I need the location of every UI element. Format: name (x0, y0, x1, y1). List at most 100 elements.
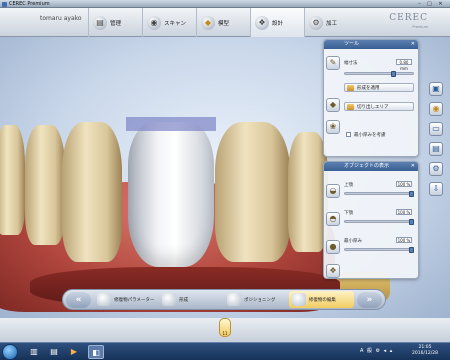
upper-jaw-icon[interactable]: ◒ (326, 184, 340, 198)
phase-scan[interactable]: ◉ スキャン (142, 8, 196, 37)
min-thickness-checkbox[interactable] (346, 132, 351, 137)
taskbar: ▥ ▤ ▶ ◧ A 般 ⚙ ◂ ▴ 21:05 2016/12/28 (0, 342, 450, 360)
folder-icon[interactable]: ▤ (46, 345, 62, 359)
edit-restoration-icon (291, 293, 306, 306)
crop-area-button[interactable]: 切り出しエリア (344, 102, 414, 111)
media-player-icon[interactable]: ▶ (66, 345, 82, 359)
tooth (25, 125, 65, 245)
lower-jaw-value[interactable]: 100 % (396, 209, 412, 215)
phase-label: 加工 (326, 20, 338, 27)
phase-label: 設計 (272, 20, 284, 27)
scan-icon: ◉ (147, 15, 161, 30)
step-restoration-params[interactable]: 修復物パラメーター (94, 291, 159, 308)
monitor-icon[interactable]: ▭ (429, 122, 443, 136)
explorer-icon[interactable]: ▥ (26, 345, 42, 359)
mill-icon: ⚙ (309, 15, 323, 30)
thickness-label: 最小厚み (344, 239, 362, 244)
maximize-button[interactable]: □ (425, 1, 434, 7)
phase-design[interactable]: ❖ 設計 (250, 8, 304, 37)
apply-shape-label: 形成を適用 (357, 86, 380, 91)
phase-admin[interactable]: ▤ 管理 (88, 8, 142, 37)
analysis-icon[interactable]: ◉ (429, 102, 443, 116)
size-value[interactable]: 0.80 mm (396, 59, 412, 71)
step-label: 修復物の編集 (308, 297, 336, 303)
window-title: CEREC Premium (9, 1, 50, 7)
upper-jaw-value[interactable]: 100 % (396, 181, 412, 187)
shape-tool-icon[interactable]: ◆ (326, 98, 340, 112)
lower-jaw-icon[interactable]: ◓ (326, 212, 340, 226)
export-icon[interactable]: ⇩ (429, 182, 443, 196)
minimize-button[interactable]: – (415, 1, 424, 7)
step-preparation[interactable]: 形成 (159, 291, 224, 308)
selected-tooth-number: 11 (222, 331, 228, 336)
phase-mill[interactable]: ⚙ 加工 (304, 8, 358, 37)
tooth (215, 122, 290, 262)
upper-jaw-label: 上顎 (344, 183, 353, 188)
step-edit-restoration[interactable]: 修復物の編集 (288, 291, 354, 308)
thickness-value[interactable]: 100 % (396, 237, 412, 243)
shape-icon (347, 85, 354, 91)
objects-box: オブジェクトの表示 ✕ ◒ ◓ ● ❖ 上顎 100 % 下顎 100 % 最小… (323, 161, 419, 279)
phase-label: 模型 (218, 20, 230, 27)
close-button[interactable]: ✕ (436, 1, 445, 7)
step-positioning[interactable]: ポジショニング (224, 291, 289, 308)
clock-date: 2016/12/28 (412, 351, 438, 356)
draw-tool-icon[interactable]: ✎ (326, 56, 340, 70)
phase-label: 管理 (110, 20, 122, 27)
tools-title-label: ツール (344, 41, 360, 47)
tools-close-icon[interactable]: ✕ (411, 40, 415, 49)
apply-shape-button[interactable]: 形成を適用 (344, 83, 414, 92)
min-thickness-label: 最小厚みを考慮 (354, 133, 386, 138)
folder-icon: ▤ (93, 15, 107, 30)
clock[interactable]: 21:05 2016/12/28 (412, 345, 438, 357)
system-tray[interactable]: A 般 ⚙ ◂ ▴ (360, 347, 393, 354)
upper-jaw-slider[interactable] (344, 191, 414, 197)
crop-area-label: 切り出しエリア (357, 105, 389, 110)
phase-model[interactable]: ◆ 模型 (196, 8, 250, 37)
view-toolbar: ▣ ◉ ▭ ▤ ⚙ ⇩ (427, 82, 445, 232)
tool-panel: ツール ✕ ✎ ◆ ❀ 幅寸法 0.80 mm 形成を適用 切り出しエリア 最小… (323, 37, 419, 281)
phase-label: スキャン (164, 20, 187, 27)
tools-title: ツール ✕ (324, 40, 418, 49)
settings-icon[interactable]: ⚙ (429, 162, 443, 176)
design-icon: ❖ (255, 15, 269, 30)
lower-jaw-slider-knob[interactable] (409, 219, 414, 225)
upper-jaw-slider-knob[interactable] (409, 191, 414, 197)
thickness-slider-knob[interactable] (409, 247, 414, 253)
thickness-icon[interactable]: ● (326, 240, 340, 254)
start-button[interactable] (2, 344, 18, 360)
cerec-logo-sub: Premium (412, 25, 428, 29)
positioning-icon (227, 293, 241, 306)
objects-title: オブジェクトの表示 ✕ (324, 162, 418, 171)
tooth (0, 125, 25, 235)
cerec-taskbar-icon[interactable]: ◧ (88, 345, 104, 359)
objects-close-icon[interactable]: ✕ (411, 162, 415, 171)
lower-jaw-slider[interactable] (344, 219, 414, 225)
thickness-slider[interactable] (344, 247, 414, 253)
size-slider-knob[interactable] (391, 71, 397, 77)
step-bar: « 修復物パラメーター 形成 ポジショニング 修復物の編集 » (62, 289, 386, 310)
tooth-strip: 11 (0, 318, 450, 342)
prev-step-button[interactable]: « (66, 291, 92, 308)
objects-title-label: オブジェクトの表示 (344, 163, 390, 169)
crown-margin (126, 117, 216, 131)
crop-icon (347, 104, 354, 110)
smooth-tool-icon[interactable]: ❀ (326, 120, 340, 134)
restoration-icon[interactable]: ❖ (326, 264, 340, 278)
size-label: 幅寸法 (344, 61, 358, 66)
preparation-icon (162, 293, 177, 306)
size-slider[interactable] (344, 71, 414, 77)
step-label: ポジショニング (244, 297, 276, 303)
step-label: 修復物パラメーター (114, 297, 155, 303)
tools-box: ツール ✕ ✎ ◆ ❀ 幅寸法 0.80 mm 形成を適用 切り出しエリア 最小… (323, 39, 419, 157)
app-icon (2, 1, 7, 7)
crown-restoration[interactable] (128, 122, 214, 267)
tooth-list-icon[interactable]: ▤ (429, 142, 443, 156)
tooth (62, 122, 122, 262)
params-icon (97, 293, 112, 306)
next-step-button[interactable]: » (356, 291, 382, 308)
workflow-header: tomaru ayako ▤ 管理 ◉ スキャン ◆ 模型 ❖ 設計 ⚙ 加工 … (0, 8, 450, 37)
view-cube-icon[interactable]: ▣ (429, 82, 443, 96)
model-icon: ◆ (201, 15, 215, 30)
tooth (288, 132, 328, 252)
